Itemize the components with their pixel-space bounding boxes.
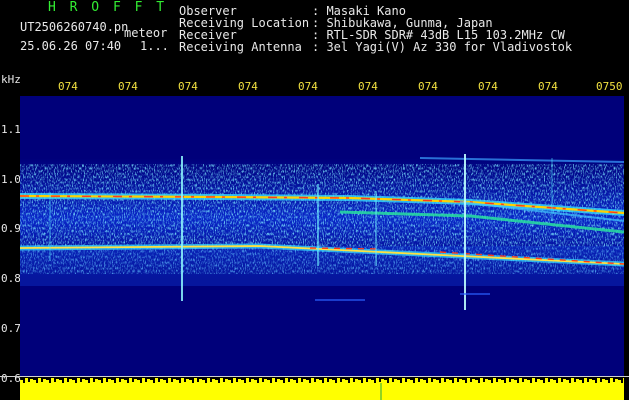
filename-suffix: meteor <box>124 26 168 40</box>
frequency-label: 0.7 <box>1 322 21 335</box>
time-tick: 074 <box>298 80 318 93</box>
time-tick: 074 <box>538 80 558 93</box>
frequency-label: 1.1 <box>1 123 21 136</box>
spectrogram <box>20 96 624 376</box>
datetime-label: 25.06.26 07:40 <box>20 39 122 53</box>
antenna-value: : 3el Yagi(V) Az 330 for Vladivostok <box>312 40 573 54</box>
time-tick: 074 <box>418 80 438 93</box>
frequency-label: 0.6 <box>1 372 21 385</box>
image-filename: UT2506260740.pn <box>20 20 129 34</box>
time-tick: 0750 <box>596 80 623 93</box>
time-tick: 074 <box>238 80 258 93</box>
datetime-trail: 1... <box>140 39 169 53</box>
hrofft-logo: H R O F F T <box>48 0 168 15</box>
time-tick: 074 <box>358 80 378 93</box>
time-tick: 074 <box>118 80 138 93</box>
time-tick: 074 <box>478 80 498 93</box>
frequency-label: 1.0 <box>1 173 21 186</box>
frequency-label: 0.9 <box>1 222 21 235</box>
signal-level-bar <box>20 377 624 400</box>
frequency-label: 0.8 <box>1 272 21 285</box>
antenna-label: Receiving Antenna <box>179 40 302 54</box>
time-tick: 074 <box>178 80 198 93</box>
frequency-unit-label: kHz <box>1 73 21 86</box>
time-tick: 074 <box>58 80 78 93</box>
